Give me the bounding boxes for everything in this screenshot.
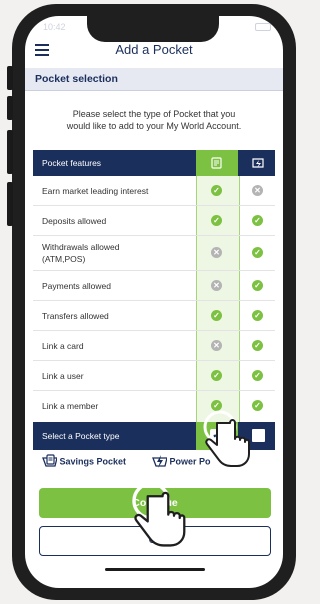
power-pocket-icon xyxy=(152,455,168,468)
table-header-row: Pocket features xyxy=(33,150,275,176)
cross-icon: ✕ xyxy=(211,340,222,351)
check-icon: ✓ xyxy=(252,215,263,226)
check-icon: ✓ xyxy=(211,310,222,321)
intro-line-1: Please select the type of Pocket that yo… xyxy=(72,109,236,119)
side-button-left-2 xyxy=(7,96,13,120)
section-title: Pocket selection xyxy=(35,73,118,85)
home-indicator xyxy=(105,568,205,571)
check-icon: ✓ xyxy=(252,340,263,351)
check-icon: ✓ xyxy=(252,310,263,321)
check-icon: ✓ xyxy=(252,370,263,381)
check-icon: ✓ xyxy=(252,247,263,258)
table-row: Link a user ✓ ✓ xyxy=(33,361,275,391)
cross-icon: ✕ xyxy=(252,185,263,196)
side-button-left-4 xyxy=(7,182,13,226)
table-row: Payments allowed ✕ ✓ xyxy=(33,271,275,301)
row-label: Link a member xyxy=(42,401,99,411)
row-label: Link a card xyxy=(42,341,84,351)
savings-pocket-legend: Savings Pocket xyxy=(41,454,126,470)
table-header-label: Pocket features xyxy=(42,158,102,168)
savings-pocket-icon xyxy=(211,157,222,169)
power-pocket-icon xyxy=(252,158,264,168)
row-label: Payments allowed xyxy=(42,281,111,291)
row-label: Earn market leading interest xyxy=(42,186,149,196)
savings-column-header[interactable] xyxy=(196,150,238,176)
table-row: Earn market leading interest ✓ ✕ xyxy=(33,176,275,206)
side-button-left-1 xyxy=(7,66,13,90)
table-row: Link a card ✕ ✓ xyxy=(33,331,275,361)
power-column-header[interactable] xyxy=(241,150,275,176)
savings-pocket-icon xyxy=(42,454,58,467)
table-row: Withdrawals allowed (ATM,POS) ✕ ✓ xyxy=(33,236,275,271)
side-button-left-3 xyxy=(7,130,13,174)
row-label-line-1: Withdrawals allowed xyxy=(42,242,120,252)
row-label-line-2: (ATM,POS) xyxy=(42,254,86,264)
select-pocket-label: Select a Pocket type xyxy=(42,431,120,441)
cross-icon: ✕ xyxy=(211,280,222,291)
phone-notch xyxy=(87,16,219,42)
status-time: 10:42 xyxy=(43,22,66,32)
check-icon: ✓ xyxy=(211,185,222,196)
battery-icon xyxy=(255,23,271,31)
row-label: Link a user xyxy=(42,371,84,381)
page-title: Add a Pocket xyxy=(115,42,193,57)
cross-icon: ✕ xyxy=(211,247,222,258)
check-icon: ✓ xyxy=(211,215,222,226)
savings-pocket-legend-label: Savings Pocket xyxy=(59,456,127,467)
row-label: Transfers allowed xyxy=(42,311,109,321)
intro-text: Please select the type of Pocket that yo… xyxy=(35,108,273,132)
check-icon: ✓ xyxy=(211,370,222,381)
table-row: Deposits allowed ✓ ✓ xyxy=(33,206,275,236)
section-header: Pocket selection xyxy=(25,68,283,91)
table-row: Transfers allowed ✓ ✓ xyxy=(33,301,275,331)
tap-hand-icon xyxy=(203,410,250,467)
check-icon: ✓ xyxy=(252,280,263,291)
intro-line-2: would like to add to your My World Accou… xyxy=(66,121,242,131)
tap-hand-icon xyxy=(132,482,186,547)
row-label: Deposits allowed xyxy=(42,216,107,226)
